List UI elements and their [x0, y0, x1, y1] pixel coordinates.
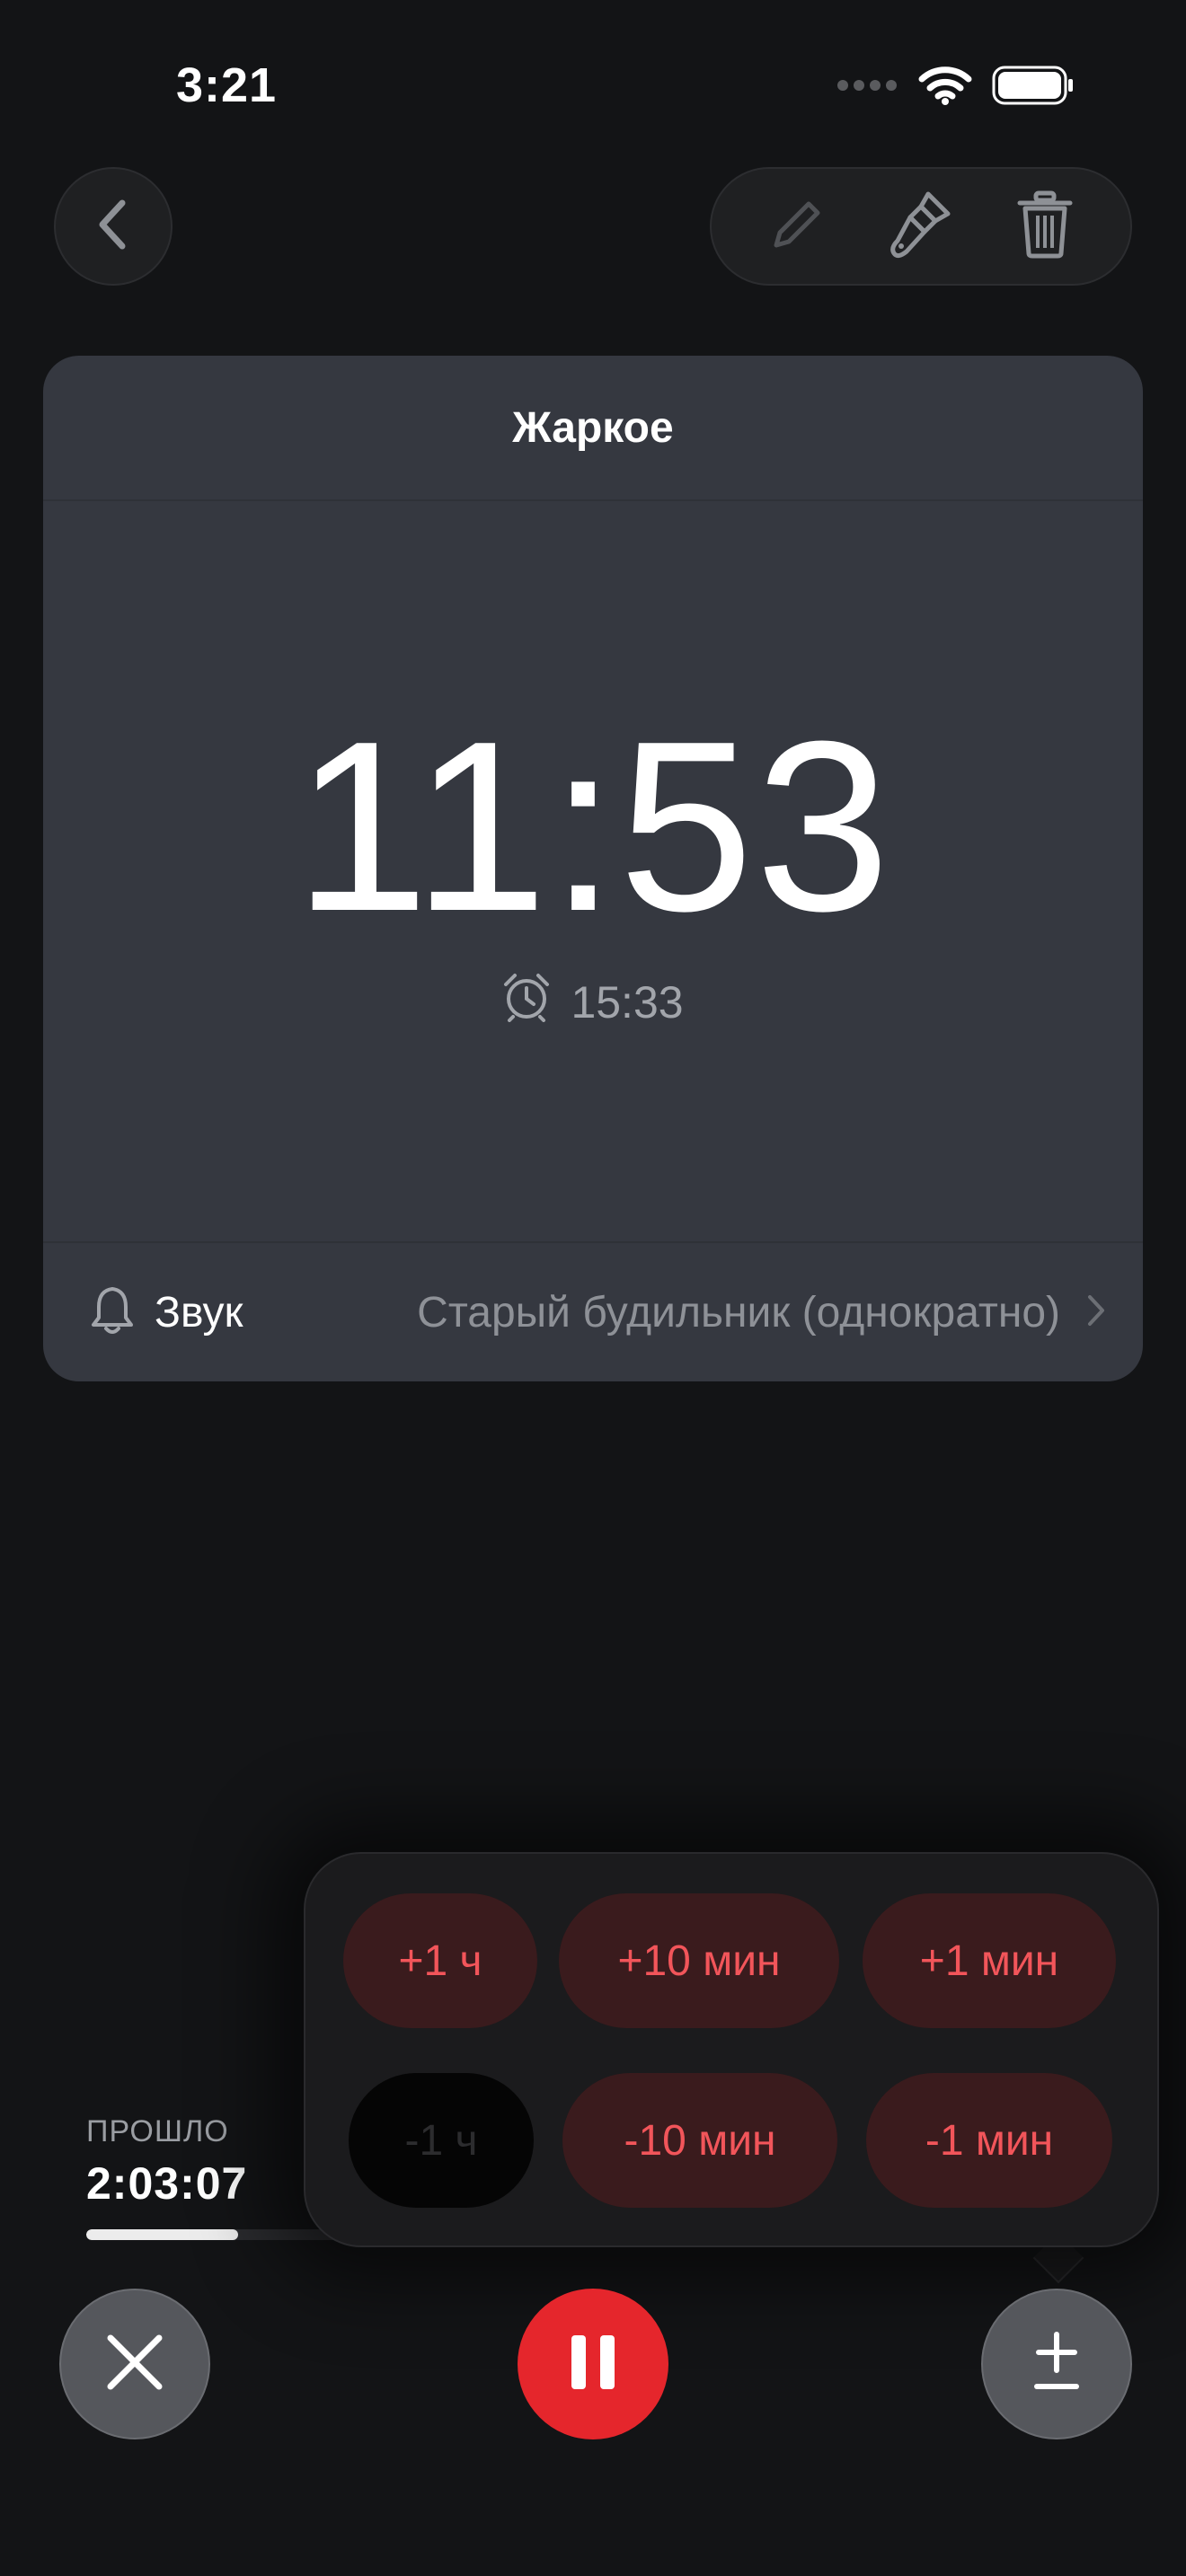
adjust-time-button[interactable]: [981, 2289, 1132, 2439]
subtract-1-min-button[interactable]: -1 мин: [866, 2073, 1112, 2208]
add-10-min-button[interactable]: +10 мин: [559, 1893, 839, 2028]
add-1-min-button[interactable]: +1 мин: [863, 1893, 1116, 2028]
toolbar-actions: [710, 167, 1132, 286]
signal-dots-icon: [836, 78, 898, 97]
pencil-icon: [767, 195, 827, 259]
subtract-10-min-button[interactable]: -10 мин: [562, 2073, 837, 2208]
wifi-icon: [918, 65, 972, 110]
chevron-right-icon: [1085, 1292, 1107, 1333]
chevron-left-icon: [95, 198, 131, 256]
alarm-row: 15:33: [43, 972, 1143, 1033]
trash-icon: [1016, 190, 1074, 263]
timer-card: Жаркое 11:53 Звук Старый будильник (одно…: [43, 356, 1143, 1381]
plus-minus-icon: [1031, 2331, 1082, 2398]
remaining-time: 11:53: [294, 692, 892, 962]
sound-row[interactable]: Звук Старый будильник (однократно): [43, 1241, 1143, 1381]
back-button[interactable]: [54, 167, 173, 286]
status-time: 3:21: [176, 58, 278, 112]
progress-fill: [86, 2229, 239, 2240]
bell-icon: [90, 1285, 135, 1340]
paintbrush-icon: [889, 189, 953, 265]
timer-screen: 3:21 Жаркое 11:53 Звук Старый будильник …: [0, 0, 1186, 2576]
subtract-1-hour-button[interactable]: -1 ч: [349, 2073, 534, 2208]
elapsed-value: 2:03:07: [86, 2158, 248, 2209]
elapsed-label: ПРОШЛО: [86, 2114, 229, 2148]
cancel-button[interactable]: [59, 2289, 210, 2439]
close-icon: [103, 2331, 166, 2398]
edit-button[interactable]: [752, 181, 842, 271]
alarm-clock-icon: [502, 972, 551, 1033]
status-icons: [836, 65, 1075, 110]
alarm-time: 15:33: [571, 977, 684, 1028]
sound-label: Звук: [155, 1288, 243, 1337]
theme-button[interactable]: [876, 181, 966, 271]
battery-icon: [992, 66, 1075, 110]
timer-title: Жаркое: [43, 356, 1143, 501]
delete-button[interactable]: [1000, 181, 1090, 271]
sound-value: Старый будильник (однократно): [417, 1288, 1060, 1337]
pause-button[interactable]: [518, 2289, 668, 2439]
pause-icon: [568, 2333, 618, 2395]
add-1-hour-button[interactable]: +1 ч: [343, 1893, 537, 2028]
